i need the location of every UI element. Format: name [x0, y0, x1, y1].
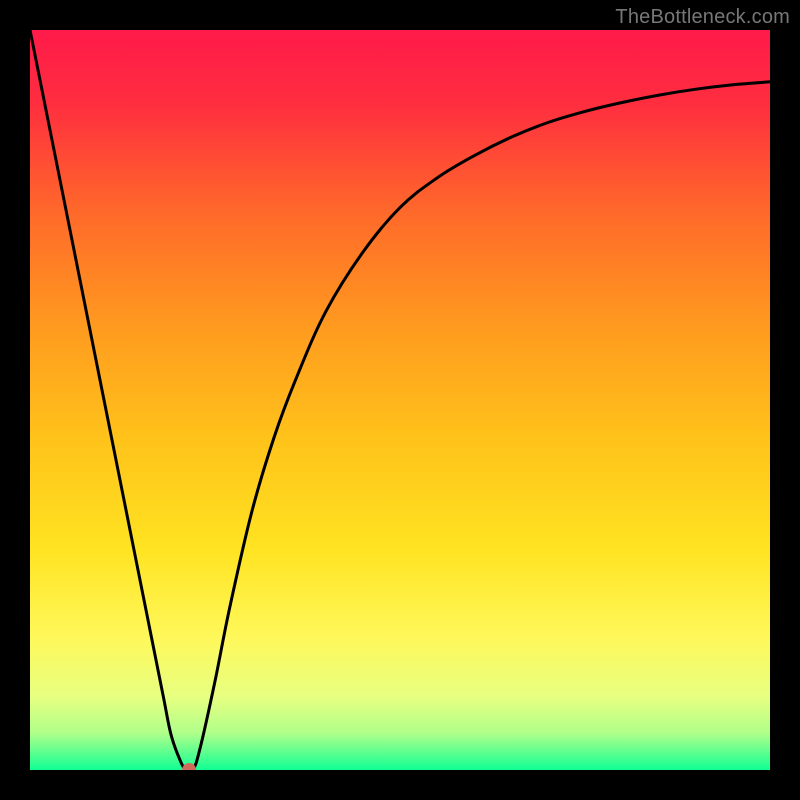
chart-container: TheBottleneck.com — [0, 0, 800, 800]
watermark-text: TheBottleneck.com — [615, 6, 790, 29]
chart-svg — [30, 30, 770, 770]
gradient-background — [30, 30, 770, 770]
plot-area — [30, 30, 770, 770]
